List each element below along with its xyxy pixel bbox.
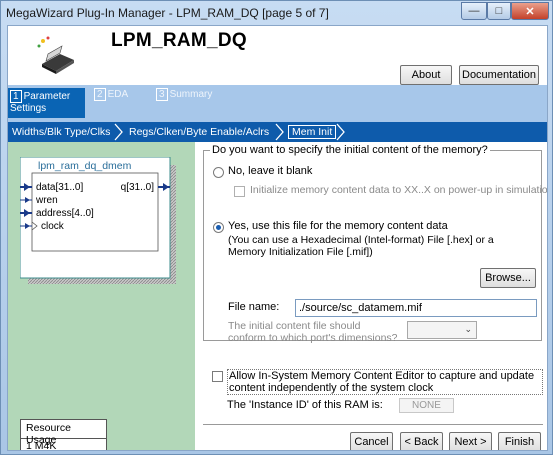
title-bar[interactable]: MegaWizard Plug-In Manager - LPM_RAM_DQ … xyxy=(1,1,552,25)
resource-usage-title: Resource Usage xyxy=(20,419,107,446)
step-label: Summary xyxy=(169,89,213,100)
browse-button[interactable]: Browse... xyxy=(480,268,536,288)
finish-button[interactable]: Finish xyxy=(498,432,541,450)
tab-summary[interactable]: 3 Summary xyxy=(156,88,212,118)
wizard-client: LPM_RAM_DQ About Documentation 1 Paramete… xyxy=(7,25,548,451)
init-question: Do you want to specify the initial conte… xyxy=(210,144,490,156)
memory-init-group: Do you want to specify the initial conte… xyxy=(203,144,547,344)
chevron-right-icon xyxy=(114,123,123,141)
init-xx-label: Initialize memory content data to XX..X … xyxy=(250,184,548,196)
tab-eda[interactable]: 2 EDA xyxy=(94,88,128,118)
conform-text: The initial content file should conform … xyxy=(228,320,398,344)
divider xyxy=(203,424,543,425)
no-blank-radio[interactable] xyxy=(213,167,224,178)
tab-parameter-settings[interactable]: 1 Parameter Settings xyxy=(8,88,85,118)
step-number: 3 xyxy=(156,88,168,101)
port-data: data[31..0] xyxy=(36,182,83,193)
symbol-panel: lpm_ram_dq_dmem data[31..0] wren address… xyxy=(8,142,195,450)
chevron-down-icon: ⌄ xyxy=(464,324,472,334)
next-button-label: Next > xyxy=(454,436,487,448)
cancel-button[interactable]: Cancel xyxy=(350,432,393,450)
back-button-label: < Back xyxy=(404,436,439,448)
settings-panel: Do you want to specify the initial conte… xyxy=(195,142,547,450)
wizard-window: MegaWizard Plug-In Manager - LPM_RAM_DQ … xyxy=(0,0,553,455)
about-button-label: About xyxy=(411,69,441,81)
yes-file-radio[interactable] xyxy=(213,222,224,233)
maximize-button[interactable]: □ xyxy=(487,2,511,20)
finish-button-label: Finish xyxy=(504,436,535,448)
close-button[interactable]: ✕ xyxy=(511,2,549,20)
breadcrumb: Widths/Blk Type/Clks Regs/Clken/Byte Ena… xyxy=(8,122,547,142)
file-name-input[interactable]: ./source/sc_datamem.mif xyxy=(295,299,537,317)
wizard-steps: 1 Parameter Settings 2 EDA 3 Summary xyxy=(8,85,547,122)
port-wren: wren xyxy=(35,195,58,206)
breadcrumb-mem-init[interactable]: Mem Init xyxy=(288,125,337,139)
megawizard-icon xyxy=(37,36,74,74)
instance-id-field: NONE xyxy=(399,398,454,413)
no-blank-label: No, leave it blank xyxy=(228,165,313,177)
chevron-right-icon xyxy=(336,123,345,141)
file-name-value: ./source/sc_datamem.mif xyxy=(299,302,422,314)
next-button[interactable]: Next > xyxy=(449,432,492,450)
yes-file-label: Yes, use this file for the memory conten… xyxy=(228,220,448,232)
ram-symbol-diagram: lpm_ram_dq_dmem data[31..0] wren address… xyxy=(20,157,176,284)
instance-id-label: The 'Instance ID' of this RAM is: xyxy=(227,399,383,411)
window-title: MegaWizard Plug-In Manager - LPM_RAM_DQ … xyxy=(6,6,329,20)
back-button[interactable]: < Back xyxy=(400,432,443,450)
breadcrumb-widths[interactable]: Widths/Blk Type/Clks xyxy=(12,126,110,138)
instance-id-value: NONE xyxy=(412,400,441,411)
documentation-button[interactable]: Documentation xyxy=(459,65,539,85)
resource-usage-value: 1 M4K xyxy=(20,439,107,450)
port-dimension-select[interactable]: ⌄ xyxy=(407,321,477,339)
content-editor-label: Allow In-System Memory Content Editor to… xyxy=(227,369,543,395)
yes-file-description: (You can use a Hexadecimal (Intel-format… xyxy=(228,234,494,258)
symbol-name: lpm_ram_dq_dmem xyxy=(38,160,132,172)
chevron-right-icon xyxy=(275,123,284,141)
close-icon: ✕ xyxy=(525,5,535,18)
about-button[interactable]: About xyxy=(400,65,452,85)
documentation-button-label: Documentation xyxy=(462,69,536,81)
resource-usage: Resource Usage 1 M4K xyxy=(20,419,107,450)
port-q: q[31..0] xyxy=(121,182,155,193)
step-label: EDA xyxy=(107,89,129,100)
init-xx-checkbox[interactable] xyxy=(234,186,245,197)
file-name-label: File name: xyxy=(228,301,280,313)
browse-button-label: Browse... xyxy=(485,272,531,284)
wizard-header: LPM_RAM_DQ About Documentation xyxy=(8,26,547,86)
content-editor-checkbox[interactable] xyxy=(212,371,223,382)
port-address: address[4..0] xyxy=(36,208,94,219)
breadcrumb-regs[interactable]: Regs/Clken/Byte Enable/Aclrs xyxy=(129,126,269,138)
step-number: 2 xyxy=(94,88,106,101)
port-clock: clock xyxy=(41,221,65,232)
minimize-icon: — xyxy=(468,5,480,17)
cancel-button-label: Cancel xyxy=(354,436,389,448)
minimize-button[interactable]: — xyxy=(461,2,487,20)
maximize-icon: □ xyxy=(495,5,503,17)
step-number: 1 xyxy=(10,90,22,103)
page-title: LPM_RAM_DQ xyxy=(111,30,248,51)
